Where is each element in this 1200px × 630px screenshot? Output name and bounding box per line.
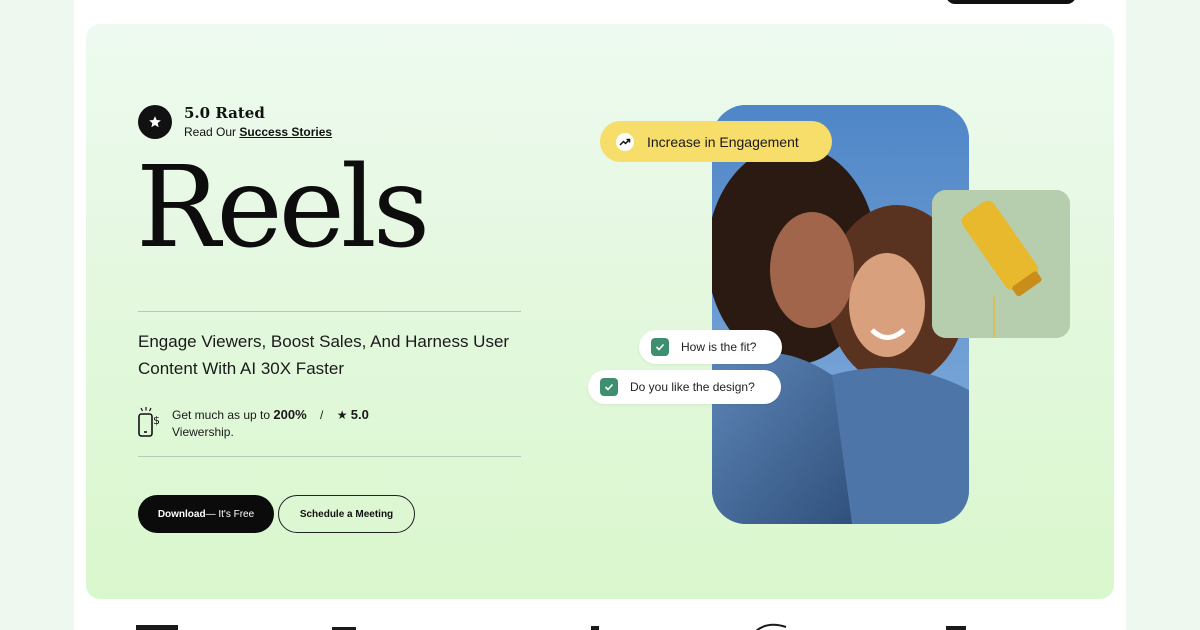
stat-row: $ Get much as up to 200% / ★ 5.0 Viewers…: [136, 406, 369, 441]
stat-value: 200%: [273, 407, 307, 422]
header-cta-button[interactable]: [946, 0, 1076, 4]
question-label: Do you like the design?: [630, 380, 755, 394]
logo-strip: [136, 618, 1036, 630]
hero-photo: [712, 105, 969, 524]
success-stories-link[interactable]: Success Stories: [239, 125, 332, 139]
divider: [138, 456, 521, 457]
product-card: [932, 190, 1070, 338]
stat-rating: 5.0: [350, 407, 369, 422]
rating-sub-prefix: Read Our: [184, 125, 240, 139]
rating-block: 5.0 Rated Read Our Success Stories: [138, 104, 332, 139]
small-star-icon: ★: [336, 408, 348, 422]
stat-text: Get much as up to 200% / ★ 5.0 Viewershi…: [172, 406, 369, 441]
question-pill-fit[interactable]: How is the fit?: [639, 330, 782, 364]
checkbox-icon: [651, 338, 669, 356]
question-label: How is the fit?: [681, 340, 757, 354]
hero-section: 5.0 Rated Read Our Success Stories Reels…: [86, 24, 1114, 599]
rating-title: 5.0 Rated: [184, 104, 265, 122]
hero-title: Reels: [136, 143, 430, 273]
schedule-meeting-button[interactable]: Schedule a Meeting: [278, 495, 415, 533]
checkbox-icon: [600, 378, 618, 396]
engagement-label: Increase in Engagement: [647, 133, 799, 150]
download-button[interactable]: Download — It's Free: [138, 495, 274, 533]
star-icon: [138, 104, 172, 139]
question-pill-design[interactable]: Do you like the design?: [588, 370, 781, 404]
rating-subtitle: Read Our Success Stories: [184, 125, 332, 139]
trending-up-icon: [616, 132, 634, 151]
stat-suffix: Viewership.: [172, 425, 234, 439]
stat-prefix: Get much as up to: [172, 408, 271, 422]
svg-text:$: $: [153, 414, 160, 427]
download-label: Download: [157, 508, 206, 520]
phone-dollar-icon: $: [138, 407, 160, 437]
divider: [138, 311, 521, 312]
download-label-rest: — It's Free: [205, 508, 255, 520]
engagement-pill: Increase in Engagement: [600, 121, 832, 162]
stat-separator: /: [320, 408, 324, 422]
hero-tagline: Engage Viewers, Boost Sales, And Harness…: [138, 332, 510, 378]
